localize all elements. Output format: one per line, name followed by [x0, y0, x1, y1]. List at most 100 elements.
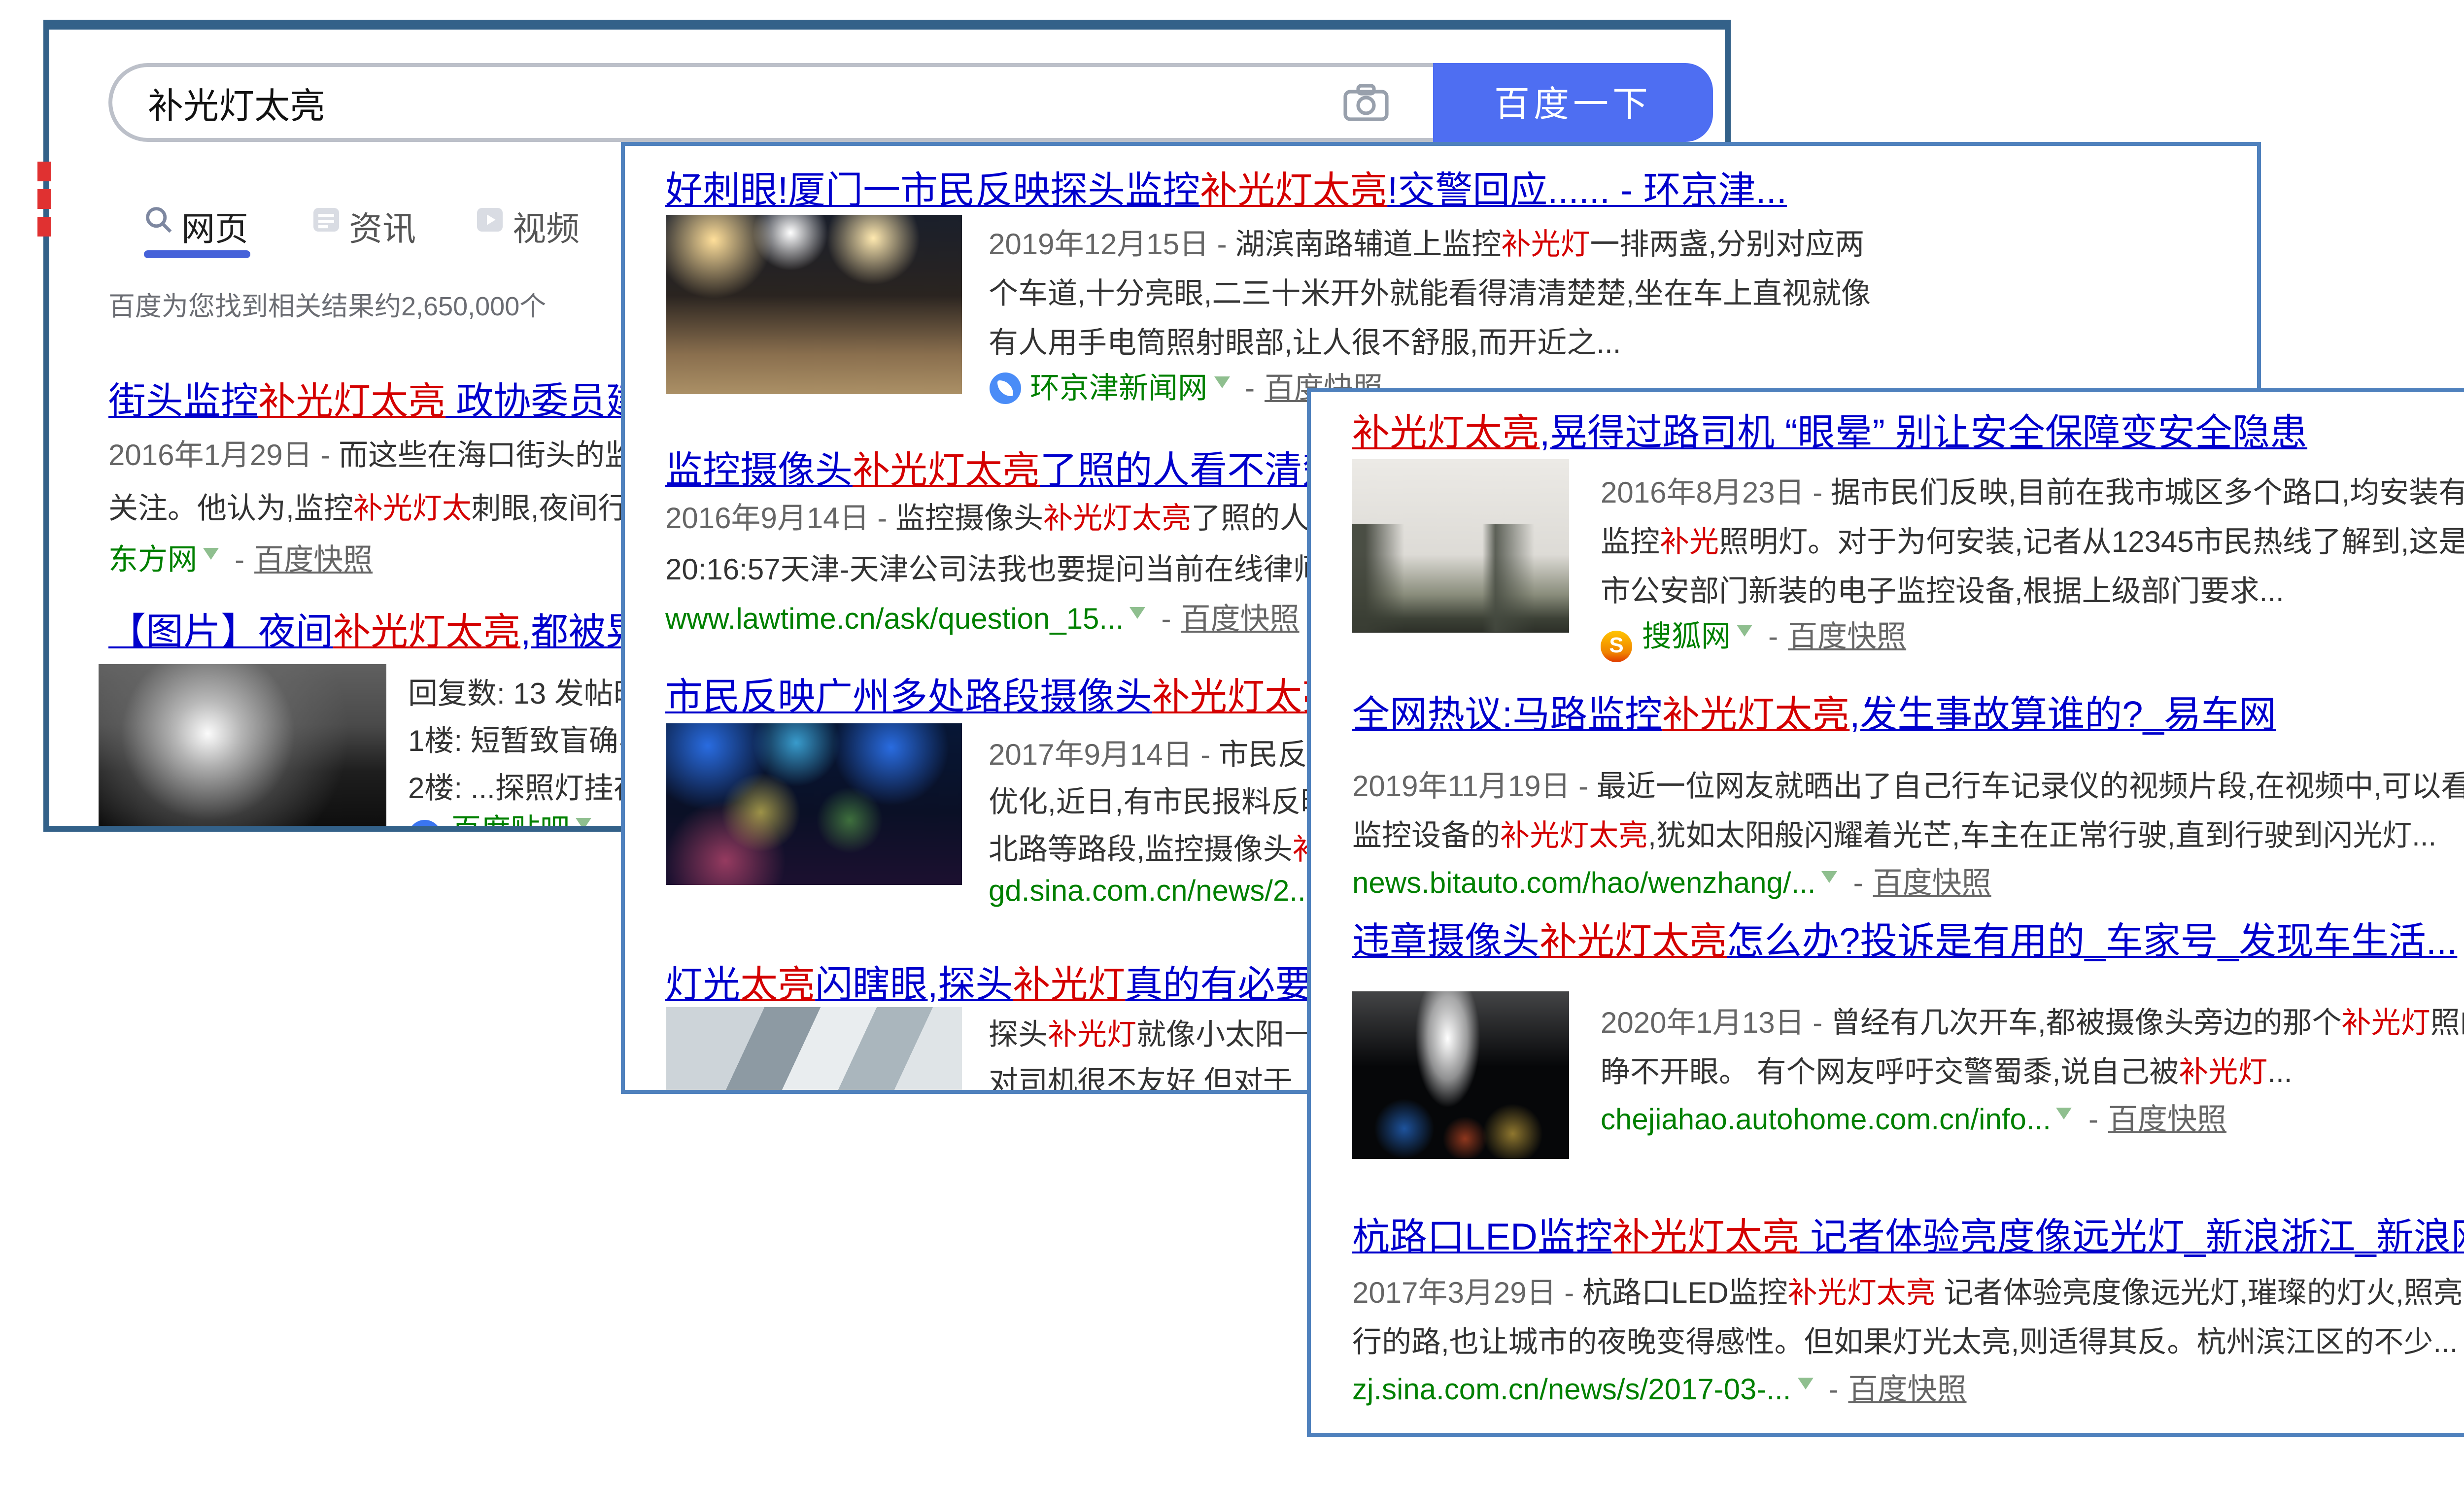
result-url-line: gd.sina.com.cn/news/2... — [989, 874, 1314, 910]
result-snippet-line: 2017年9月14日 - 市民反映 — [989, 732, 1337, 774]
result-snippet-line: 2016年8月23日 - 据市民们反映,目前在我市城区多个路口,均安装有 — [1601, 470, 2464, 511]
video-icon — [475, 205, 505, 235]
snapshot-link[interactable]: 百度快照 — [254, 544, 373, 577]
result-url[interactable]: chejiahao.autohome.com.cn/info... — [1601, 1103, 2051, 1136]
snapshot-link[interactable]: 百度快照 — [1873, 866, 1991, 900]
title-keyword: 补光灯太亮 — [853, 450, 1040, 492]
title-keyword: 补光灯太亮 — [1612, 1217, 1800, 1258]
title-text: 好刺眼!厦门一市民反映探头监控 — [665, 170, 1200, 212]
baidu-window-right: 补光灯太亮,晃得过路司机 “眼晕” 别让安全保障变安全隐患 2016年8月23日… — [1307, 387, 2464, 1437]
snapshot-link[interactable]: 百度快照 — [1788, 620, 1906, 653]
results-count: 百度为您找到相关结果约2,650,000个 — [108, 284, 546, 323]
red-fragment — [37, 162, 51, 181]
site-link[interactable]: 搜狐网 — [1642, 620, 1731, 653]
dropdown-icon[interactable] — [1797, 1377, 1813, 1396]
result-thumbnail[interactable] — [99, 664, 386, 832]
site-icon — [989, 372, 1020, 403]
title-keyword: 太亮 — [740, 965, 815, 1006]
result-title-link[interactable]: 补光灯太亮,晃得过路司机 “眼晕” 别让安全保障变安全隐患 — [1352, 403, 2307, 456]
result-snippet-line: 行的路,也让城市的夜晚变得感性。但如果灯光太亮,则适得其反。杭州滨江区的不少..… — [1352, 1320, 2458, 1361]
title-text: 灯光 — [665, 965, 740, 1006]
dropdown-icon[interactable] — [1130, 606, 1146, 626]
title-text: 市民反映广州多处路段摄像头 — [665, 677, 1152, 718]
result-source-line: 贴百度贴吧 — [408, 808, 597, 832]
result-snippet-line: 睁不开眼。 有个网友呼吁交警蜀黍,说自己被补光灯... — [1601, 1049, 2293, 1091]
title-keyword: 补光灯太亮 — [333, 613, 520, 654]
red-fragment — [37, 189, 51, 209]
search-box — [108, 63, 1433, 142]
result-title-link[interactable]: 全网热议:马路监控补光灯太亮,发生事故算谁的?_易车网 — [1352, 685, 2276, 738]
result-thumbnail[interactable] — [1352, 990, 1569, 1158]
result-snippet-line: 2016年9月14日 - 监控摄像头补光灯太亮了照的人看不清 — [665, 496, 1398, 537]
title-text: 违章摄像头 — [1352, 921, 1540, 963]
result-url[interactable]: news.bitauto.com/hao/wenzhang/... — [1352, 866, 1816, 900]
sohu-icon: S — [1601, 630, 1632, 661]
result-url-line: chejiahao.autohome.com.cn/info...-百度快照 — [1601, 1097, 2226, 1138]
result-thumbnail[interactable] — [665, 1006, 961, 1093]
snapshot-link[interactable]: 百度快照 — [1181, 602, 1300, 636]
title-text: 闪瞎眼,探头 — [815, 965, 1013, 1006]
tab-webpage[interactable]: 网页 — [181, 201, 248, 250]
result-snippet-line: 对司机很不友好 但对于 — [989, 1059, 1293, 1093]
snapshot-link[interactable]: 百度快照 — [2108, 1103, 2226, 1136]
result-url[interactable]: zj.sina.com.cn/news/s/2017-03-... — [1352, 1373, 1791, 1406]
result-title-link[interactable]: 好刺眼!厦门一市民反映探头监控补光灯太亮!交警回应...... - 环京津... — [665, 161, 1787, 214]
result-snippet-line: 2017年3月29日 - 杭路口LED监控补光灯太亮 记者体验亮度像远光灯,璀璨… — [1352, 1270, 2464, 1312]
result-url-line: zj.sina.com.cn/news/s/2017-03-...-百度快照 — [1352, 1367, 1967, 1408]
title-text: 监控摄像头 — [665, 450, 853, 492]
dropdown-icon[interactable] — [1822, 870, 1838, 890]
snapshot-link[interactable]: 百度快照 — [1848, 1373, 1966, 1406]
search-button[interactable]: 百度一下 — [1433, 63, 1713, 142]
news-icon — [311, 205, 341, 235]
dropdown-icon[interactable] — [1213, 375, 1229, 395]
title-text: 全网热议:马路监控 — [1352, 695, 1662, 736]
title-text: 杭路口LED监控 — [1352, 1217, 1612, 1258]
result-url-line: www.lawtime.cn/ask/question_15...-百度快照 — [665, 596, 1300, 638]
active-tab-underline — [144, 250, 250, 257]
result-snippet-line: 关注。他认为,监控补光灯太刺眼,夜间行车 — [108, 487, 657, 528]
title-text: 记者体验亮度像远光灯_新浪浙江_新浪网 — [1800, 1217, 2464, 1258]
tab-video[interactable]: 视频 — [513, 201, 580, 250]
result-thumbnail[interactable] — [665, 722, 961, 884]
result-url[interactable]: gd.sina.com.cn/news/2... — [989, 874, 1314, 908]
dropdown-icon[interactable] — [576, 818, 591, 832]
site-link[interactable]: 东方网 — [108, 544, 197, 577]
title-keyword: 补光灯 — [1013, 965, 1125, 1006]
dropdown-icon[interactable] — [2057, 1107, 2073, 1126]
result-thumbnail[interactable] — [665, 214, 961, 393]
screenshot-canvas: 百度一下 网页 资讯 视频 百度为您找到相关结果约2,650,000个 街头监控… — [0, 0, 2464, 1489]
dropdown-icon[interactable] — [1737, 624, 1752, 643]
camera-icon[interactable] — [1342, 83, 1390, 122]
title-text: 【图片】夜间 — [108, 613, 333, 654]
tab-news[interactable]: 资讯 — [349, 201, 416, 250]
title-keyword: 补光灯太亮 — [1662, 695, 1849, 736]
result-source-line: S搜狐网-百度快照 — [1601, 614, 1906, 661]
result-snippet-line: 个车道,十分亮眼,二三十米开外就能看得清清楚楚,坐在车上直视就像 — [989, 271, 1871, 312]
title-keyword: 补光灯太亮 — [258, 382, 445, 424]
result-title-link[interactable]: 杭路口LED监控补光灯太亮 记者体验亮度像远光灯_新浪浙江_新浪网 — [1352, 1207, 2464, 1260]
red-fragment — [37, 217, 51, 237]
search-tab-icon — [144, 205, 173, 235]
site-link[interactable]: 环京津新闻网 — [1030, 372, 1207, 405]
title-keyword: 补光灯太亮 — [1200, 170, 1387, 212]
title-text: ,晃得过路司机 “眼晕” 别让安全保障变安全隐患 — [1540, 413, 2307, 454]
result-url-line: news.bitauto.com/hao/wenzhang/...-百度快照 — [1352, 860, 1991, 902]
search-input[interactable] — [144, 75, 1335, 134]
result-url[interactable]: www.lawtime.cn/ask/question_15... — [665, 602, 1124, 636]
result-snippet-line: 2019年12月15日 - 湖滨南路辅道上监控补光灯一排两盏,分别对应两 — [989, 222, 1864, 263]
result-title-link[interactable]: 违章摄像头补光灯太亮怎么办?投诉是有用的_车家号_发现车生活... — [1352, 912, 2457, 965]
title-text: 街头监控 — [108, 382, 258, 424]
result-snippet-line: 2019年11月19日 - 最近一位网友就晒出了自己行车记录仪的视频片段,在视频… — [1352, 764, 2464, 805]
title-text: 怎么办?投诉是有用的_车家号_发现车生活... — [1727, 921, 2457, 963]
result-title-link[interactable]: 灯光太亮闪瞎眼,探头补光灯真的有必要吗? — [665, 955, 1371, 1008]
result-snippet-line: 2016年1月29日 - 而这些在海口街头的监控 — [108, 434, 664, 475]
tieba-icon: 贴 — [408, 820, 442, 832]
result-snippet-line: 2020年1月13日 - 曾经有几次开车,都被摄像头旁边的那个补光灯照的 — [1601, 1000, 2464, 1042]
result-title-link[interactable]: 监控摄像头补光灯太亮了照的人看不清楚吗 — [665, 440, 1377, 494]
dropdown-icon[interactable] — [203, 548, 219, 568]
result-snippet-line: 监控补光照明灯。对于为何安装,记者从12345市民热线了解到,这是我 — [1601, 519, 2464, 561]
result-snippet-line: 监控设备的补光灯太亮,犹如太阳般闪耀着光芒,车主在正常行驶,直到行驶到闪光灯..… — [1352, 813, 2436, 854]
site-link[interactable]: 百度贴吧 — [451, 814, 570, 832]
result-thumbnail[interactable] — [1352, 458, 1569, 632]
title-keyword: 补光灯太亮 — [1352, 413, 1540, 454]
